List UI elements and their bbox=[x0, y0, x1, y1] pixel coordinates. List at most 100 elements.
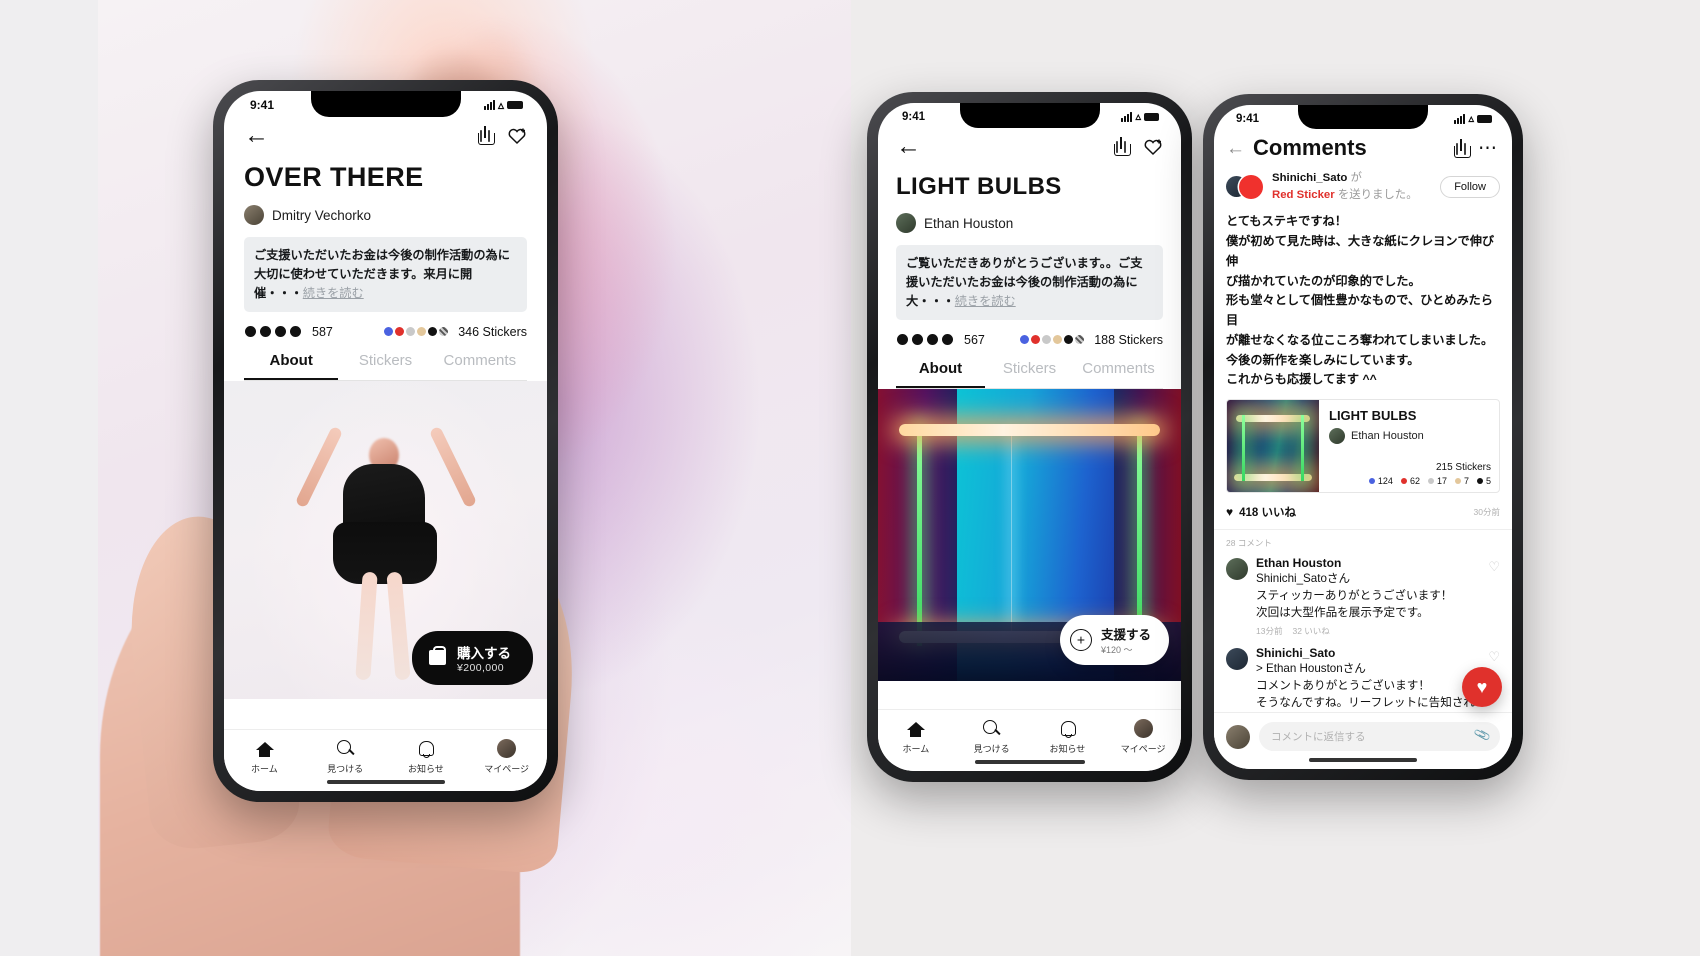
tab-about[interactable]: About bbox=[896, 360, 985, 388]
avatar-icon bbox=[1133, 719, 1153, 738]
work-sticker-counts: 124 62 17 7 5 bbox=[1329, 476, 1491, 486]
follow-button[interactable]: Follow bbox=[1440, 176, 1500, 199]
comment-body-line: とてもステキですね！ bbox=[1226, 214, 1347, 229]
phone-mockup-comments: 9:41 ▵ ← Comments ⋯ Shinichi_Sato が Red … bbox=[1203, 94, 1523, 780]
heart-icon: ♥ bbox=[1476, 676, 1488, 697]
avatar[interactable] bbox=[1226, 558, 1248, 581]
comment-line: 次回は大型作品を展示予定です。 bbox=[1256, 606, 1429, 620]
comment-line: スティッカーありがとうございます！ bbox=[1256, 589, 1453, 603]
paperclip-icon[interactable]: 📎 bbox=[1473, 726, 1492, 744]
nav-mypage[interactable]: マイページ bbox=[1105, 719, 1181, 755]
author-row[interactable]: Ethan Houston bbox=[896, 213, 1163, 233]
sticker-color-dots bbox=[384, 327, 449, 337]
comments-count: 28 コメント bbox=[1226, 538, 1272, 549]
page-title: Comments bbox=[1253, 135, 1367, 160]
read-more-link[interactable]: 続きを読む bbox=[303, 286, 364, 300]
comment-line: > Ethan Houstonさん bbox=[1256, 661, 1366, 675]
avatar bbox=[896, 213, 916, 233]
home-indicator bbox=[974, 760, 1085, 764]
tab-comments[interactable]: Comments bbox=[1074, 360, 1163, 388]
share-icon[interactable] bbox=[1113, 137, 1131, 156]
supporters-group[interactable]: 567 bbox=[896, 333, 985, 347]
battery-icon bbox=[507, 101, 523, 109]
bell-icon bbox=[1058, 719, 1077, 738]
likes-label: 418 いいね bbox=[1239, 507, 1297, 520]
battery-icon bbox=[1477, 114, 1492, 123]
support-button[interactable]: 支援する ¥120 〜 bbox=[1059, 614, 1169, 665]
stickers-group[interactable]: 188 Stickers bbox=[1020, 333, 1163, 347]
heart-icon[interactable]: ♥ bbox=[1226, 505, 1233, 519]
comment-body-line: 形も堂々として個性豊かなもので、ひとめみたら目 bbox=[1226, 293, 1493, 328]
status-time: 9:41 bbox=[1236, 112, 1260, 125]
work-title: LIGHT BULBS bbox=[1329, 408, 1417, 424]
avatar[interactable] bbox=[1226, 647, 1248, 670]
nav-notifications[interactable]: お知らせ bbox=[1030, 719, 1106, 755]
likes-row: ♥ 418 いいね 30分前 bbox=[1214, 493, 1512, 531]
heart-icon[interactable]: ♡ bbox=[1488, 559, 1500, 636]
read-more-link[interactable]: 続きを読む bbox=[955, 294, 1016, 308]
post-time: 30分前 bbox=[1473, 507, 1500, 518]
sticker-count-value: 124 bbox=[1377, 476, 1393, 487]
nav-mypage[interactable]: マイページ bbox=[466, 739, 547, 775]
cellular-icon bbox=[483, 100, 495, 110]
tab-bar: About Stickers Comments bbox=[896, 360, 1163, 389]
back-arrow-icon[interactable]: ← bbox=[244, 123, 269, 148]
home-icon bbox=[906, 719, 926, 738]
stickers-group[interactable]: 346 Stickers bbox=[384, 325, 527, 339]
artwork-image[interactable]: 購入する ¥200,000 bbox=[224, 380, 547, 699]
like-fab-button[interactable]: ♥ bbox=[1462, 667, 1502, 707]
tab-comments[interactable]: Comments bbox=[433, 352, 527, 380]
nav-mypage-label: マイページ bbox=[484, 764, 530, 774]
buy-price: ¥200,000 bbox=[457, 661, 504, 674]
notch bbox=[1298, 105, 1428, 129]
nav-discover-label: 見つける bbox=[327, 764, 364, 774]
work-card[interactable]: LIGHT BULBS Ethan Houston 215 Stickers 1… bbox=[1226, 399, 1500, 494]
back-arrow-icon[interactable]: ← bbox=[1226, 139, 1245, 158]
comment-author[interactable]: Shinichi_Sato bbox=[1256, 646, 1480, 660]
buy-label: 購入する bbox=[457, 645, 511, 661]
sticker-sender-name[interactable]: Shinichi_Sato bbox=[1272, 172, 1347, 184]
work-author-name: Ethan Houston bbox=[1351, 430, 1424, 443]
supporters-group[interactable]: 587 bbox=[244, 325, 333, 339]
tab-bar: About Stickers Comments bbox=[244, 352, 527, 381]
reply-placeholder: コメントに返信する bbox=[1271, 731, 1366, 743]
comment-author[interactable]: Ethan Houston bbox=[1256, 556, 1480, 570]
nav-mypage-label: マイページ bbox=[1120, 744, 1166, 754]
sticker-count-value: 7 bbox=[1463, 476, 1469, 487]
tab-stickers[interactable]: Stickers bbox=[338, 352, 432, 380]
sticker-notification: Shinichi_Sato が Red Sticker を送りました。 Foll… bbox=[1214, 161, 1512, 204]
comment-body-line: が離せなくなる位こころ奪われてしまいました。 bbox=[1226, 332, 1494, 347]
comment-body: とてもステキですね！ 僕が初めて見た時は、大きな紙にクレヨンで伸び伸 び描かれて… bbox=[1214, 204, 1512, 390]
description-box[interactable]: ご支援いただいたお金は今後の制作活動の為に大切に使わせていただきます。来月に開催… bbox=[244, 237, 527, 312]
author-row[interactable]: Dmitry Vechorko bbox=[244, 205, 527, 225]
stats-row: 587 346 Stickers bbox=[244, 325, 527, 339]
back-arrow-icon[interactable]: ← bbox=[896, 134, 921, 159]
screenshot-stage: 9:41 ▵ ← OVER THERE Dmitry Vechorko ご支援い… bbox=[0, 0, 1700, 956]
sticker-count-value: 17 bbox=[1436, 476, 1447, 487]
nav-home[interactable]: ホーム bbox=[878, 719, 954, 755]
tab-about[interactable]: About bbox=[244, 352, 339, 380]
heart-plus-icon[interactable] bbox=[1144, 138, 1163, 156]
red-sticker-icon bbox=[1239, 175, 1263, 200]
reply-input[interactable]: コメントに返信する 📎 bbox=[1259, 722, 1500, 751]
artwork-image[interactable]: 支援する ¥120 〜 bbox=[878, 388, 1181, 681]
nav-discover[interactable]: 見つける bbox=[305, 739, 386, 775]
share-icon[interactable] bbox=[477, 126, 495, 145]
sticker-count-value: 5 bbox=[1485, 476, 1491, 487]
nav-notifications[interactable]: お知らせ bbox=[386, 739, 467, 775]
description-box[interactable]: ご覧いただきありがとうございます。。ご支援いただいたお金は今後の制作活動の為に大… bbox=[896, 245, 1163, 320]
comment-body-line: これからも応援してます ^^ bbox=[1226, 372, 1377, 387]
tab-stickers[interactable]: Stickers bbox=[985, 360, 1074, 388]
author-name: Ethan Houston bbox=[924, 215, 1014, 231]
phone-mockup-over-there: 9:41 ▵ ← OVER THERE Dmitry Vechorko ご支援い… bbox=[213, 80, 558, 802]
share-icon[interactable] bbox=[1453, 138, 1471, 158]
buy-button[interactable]: 購入する ¥200,000 bbox=[412, 630, 533, 685]
nav-home[interactable]: ホーム bbox=[224, 739, 305, 775]
comment-time: 13分前 bbox=[1256, 625, 1283, 636]
phone-mockup-light-bulbs: 9:41 ▵ ← LIGHT BULBS Ethan Houston ご覧いただ… bbox=[867, 92, 1192, 782]
more-dots-icon[interactable]: ⋯ bbox=[1478, 139, 1498, 158]
nav-discover[interactable]: 見つける bbox=[954, 719, 1030, 755]
supporters-count: 587 bbox=[312, 324, 333, 339]
heart-plus-icon[interactable] bbox=[508, 127, 527, 145]
wifi-icon: ▵ bbox=[497, 98, 504, 112]
